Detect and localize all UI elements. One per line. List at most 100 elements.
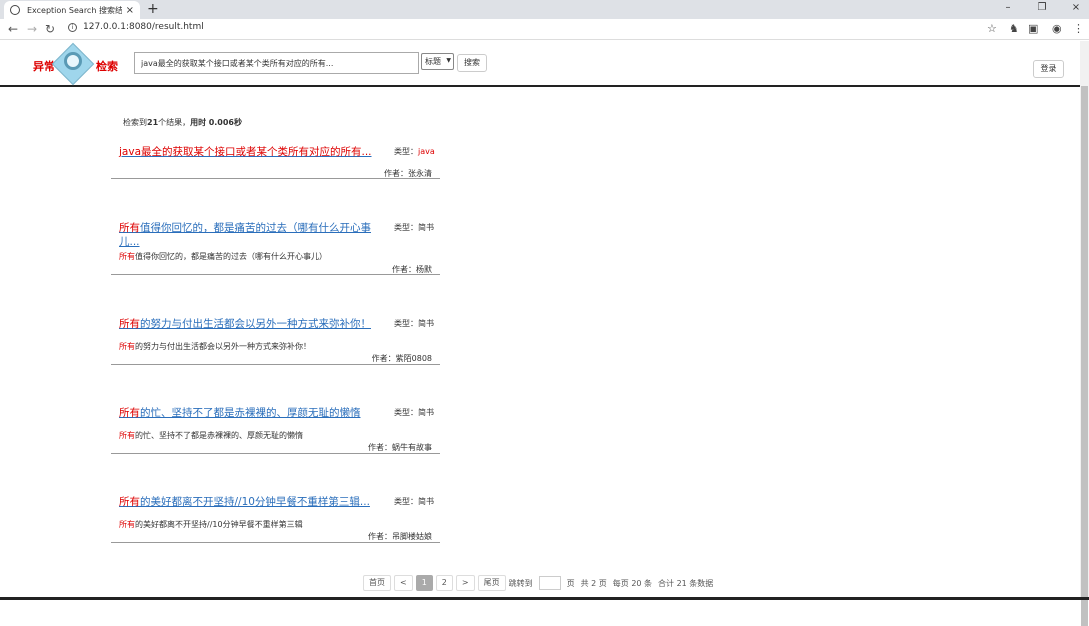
pagination: 首页 < 1 2 > 尾页 跳转到 页 共 2 页 每页 20 条 合计 21 … (363, 575, 719, 591)
result-title-highlight: 所有 (119, 407, 140, 419)
result-title-text: 的忙、坚持不了都是赤裸裸的、厚颜无耻的懒惰 (140, 407, 361, 419)
result-title[interactable]: java最全的获取某个接口或者某个类所有对应的所有... (119, 145, 374, 159)
new-tab-icon[interactable]: + (147, 1, 159, 17)
site-header: 异常 检索 标题 ▼ 搜索 登录 (0, 41, 1080, 87)
summary-time-label: 用时 (190, 118, 206, 127)
summary-prefix: 检索到 (123, 118, 147, 127)
page-2-button[interactable]: 2 (436, 575, 453, 591)
total-items: 合计 21 条数据 (658, 578, 713, 589)
login-button[interactable]: 登录 (1033, 60, 1064, 78)
bookmark-star-icon[interactable]: ☆ (987, 22, 997, 36)
page-unit-label: 页 (567, 578, 575, 589)
result-author: 作者：蜗牛有故事 (368, 442, 432, 453)
total-pages: 共 2 页 (581, 578, 607, 589)
address-bar[interactable]: i 127.0.0.1:8080/result.html (68, 22, 204, 32)
snippet-text: 的努力与付出生活都会以另外一种方式来弥补你！ (135, 342, 311, 351)
type-value: 简书 (418, 319, 434, 328)
result-title-highlight: 所有 (119, 496, 140, 508)
result-title[interactable]: 所有值得你回忆的，都是痛苦的过去（哪有什么开心事儿... (119, 221, 374, 249)
result-type: 类型：java (394, 146, 435, 157)
scrollbar[interactable] (1080, 41, 1089, 600)
summary-count: 21 (147, 118, 158, 127)
result-title[interactable]: 所有的忙、坚持不了都是赤裸裸的、厚颜无耻的懒惰 (119, 406, 379, 420)
media-icon[interactable]: ▣ (1028, 22, 1038, 36)
result-author: 作者：张永清 (384, 168, 432, 179)
type-label: 类型： (394, 408, 418, 417)
result-title[interactable]: 所有的努力与付出生活都会以另外一种方式来弥补你！ (119, 317, 379, 331)
jump-page-input[interactable] (539, 576, 561, 590)
snippet-text: 的忙、坚持不了都是赤裸裸的、厚颜无耻的懒惰 (135, 431, 303, 440)
result-title-highlight: 所有 (119, 222, 140, 234)
logo-text-left: 异常 (33, 58, 55, 74)
close-window-icon[interactable]: × (1069, 2, 1083, 13)
type-label: 类型： (394, 319, 418, 328)
browser-toolbar: ← → ↻ i 127.0.0.1:8080/result.html ☆ ♞ ▣… (0, 19, 1089, 40)
type-value: 简书 (418, 408, 434, 417)
logo-text-right: 检索 (96, 58, 118, 74)
result-snippet: 所有的努力与付出生活都会以另外一种方式来弥补你！ (119, 341, 311, 352)
result-type: 类型：简书 (394, 318, 434, 329)
type-label: 类型： (394, 223, 418, 232)
result-item: 所有的忙、坚持不了都是赤裸裸的、厚颜无耻的懒惰 类型：简书 所有的忙、坚持不了都… (111, 402, 440, 454)
result-author: 作者：杨默 (392, 264, 432, 275)
page-content: 异常 检索 标题 ▼ 搜索 登录 检索到21个结果，用时 0.006秒 java… (0, 41, 1080, 600)
site-logo[interactable]: 异常 检索 (33, 45, 123, 83)
tab-title: Exception Search 搜索结果 (27, 5, 122, 16)
search-input[interactable] (134, 52, 419, 74)
last-page-button[interactable]: 尾页 (478, 575, 506, 591)
type-value: 简书 (418, 223, 434, 232)
snippet-highlight: 所有 (119, 342, 135, 351)
caret-down-icon: ▼ (446, 57, 451, 64)
summary-mid: 个结果， (158, 118, 190, 127)
menu-icon[interactable]: ⋮ (1073, 22, 1084, 36)
search-button[interactable]: 搜索 (457, 54, 487, 72)
select-value: 标题 (425, 57, 441, 66)
jump-label: 跳转到 (509, 578, 533, 589)
snippet-text: 值得你回忆的，都是痛苦的过去（哪有什么开心事儿） (135, 252, 327, 261)
url-text: 127.0.0.1:8080/result.html (83, 22, 204, 32)
type-label: 类型： (394, 147, 418, 156)
scrollbar-thumb[interactable] (1081, 86, 1088, 626)
result-snippet: 所有的忙、坚持不了都是赤裸裸的、厚颜无耻的懒惰 (119, 430, 303, 441)
next-page-button[interactable]: > (456, 575, 475, 591)
snippet-highlight: 所有 (119, 252, 135, 261)
page-1-button[interactable]: 1 (416, 575, 433, 591)
search-field-select[interactable]: 标题 ▼ (421, 53, 454, 70)
summary-time-value: 0.006秒 (209, 118, 242, 127)
restore-icon[interactable]: ❐ (1035, 2, 1049, 13)
result-title-text: 的获取某个接口或者某个类所有对应的所有... (162, 146, 372, 158)
snippet-highlight: 所有 (119, 520, 135, 529)
prev-page-button[interactable]: < (394, 575, 413, 591)
result-author: 作者：吊脚楼姑娘 (368, 531, 432, 542)
globe-icon (10, 5, 20, 15)
browser-tab-bar: Exception Search 搜索结果 × + – ❐ × (0, 0, 1089, 19)
result-snippet: 所有值得你回忆的，都是痛苦的过去（哪有什么开心事儿） (119, 251, 327, 262)
per-page: 每页 20 条 (613, 578, 652, 589)
type-label: 类型： (394, 497, 418, 506)
forward-icon[interactable]: → (27, 21, 37, 37)
result-snippet: 所有的美好都离不开坚持//10分钟早餐不重样第三辑 (119, 519, 303, 530)
type-value: java (418, 147, 435, 156)
snippet-highlight: 所有 (119, 431, 135, 440)
result-title-highlight: java最全 (119, 146, 162, 158)
reload-icon[interactable]: ↻ (45, 21, 55, 37)
info-icon[interactable]: i (68, 23, 77, 32)
result-type: 类型：简书 (394, 222, 434, 233)
snippet-text: 的美好都离不开坚持//10分钟早餐不重样第三辑 (135, 520, 303, 529)
result-title-text: 的努力与付出生活都会以另外一种方式来弥补你！ (140, 318, 371, 330)
result-item: 所有值得你回忆的，都是痛苦的过去（哪有什么开心事儿... 类型：简书 所有值得你… (111, 217, 440, 275)
browser-tab[interactable]: Exception Search 搜索结果 × (4, 1, 140, 19)
window-controls: – ❐ × (1001, 2, 1083, 13)
back-icon[interactable]: ← (8, 21, 18, 37)
extension-icon[interactable]: ♞ (1009, 22, 1019, 36)
tab-close-icon[interactable]: × (126, 5, 134, 16)
result-summary: 检索到21个结果，用时 0.006秒 (123, 117, 242, 128)
result-type: 类型：简书 (394, 496, 434, 507)
minimize-icon[interactable]: – (1001, 2, 1015, 13)
result-title[interactable]: 所有的美好都离不开坚持//10分钟早餐不重样第三辑... (119, 495, 379, 509)
magnifier-icon (64, 52, 82, 70)
profile-icon[interactable]: ◉ (1052, 22, 1062, 36)
first-page-button[interactable]: 首页 (363, 575, 391, 591)
type-value: 简书 (418, 497, 434, 506)
result-type: 类型：简书 (394, 407, 434, 418)
